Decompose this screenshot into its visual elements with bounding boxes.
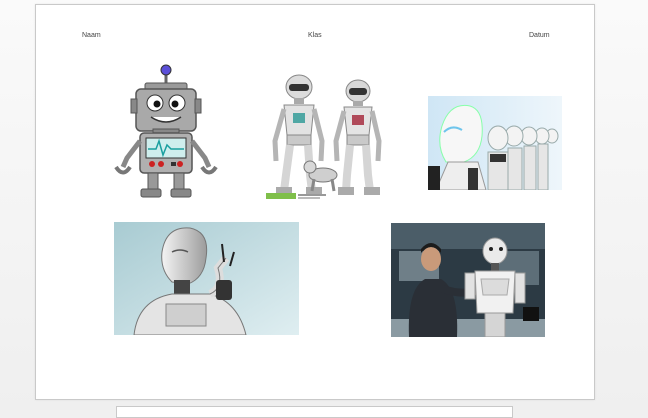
document-page: Naam Klas Datum: [35, 4, 595, 400]
cartoon-robot-image: [111, 63, 221, 199]
class-label: Klas: [308, 32, 322, 39]
date-label: Datum: [529, 32, 550, 39]
next-page-edge: [116, 406, 513, 418]
name-label: Naam: [82, 32, 101, 39]
robot-row-image: [428, 96, 562, 190]
engineer-robot-image: [391, 223, 545, 337]
twin-robots-image: [266, 69, 392, 203]
humanoid-robot-image: [114, 222, 299, 335]
